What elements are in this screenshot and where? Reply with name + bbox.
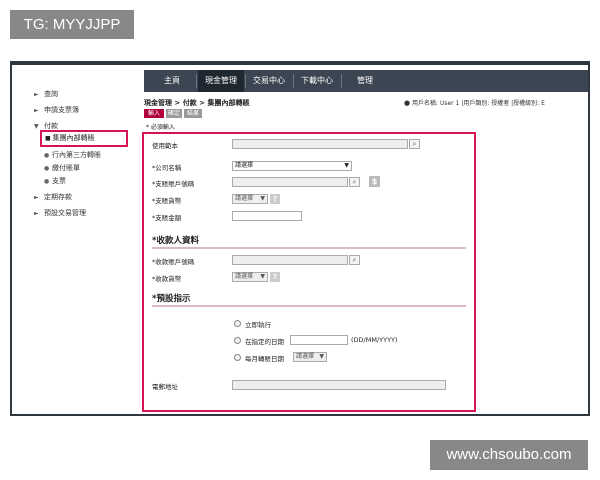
section-divider	[152, 247, 466, 249]
step-confirm: 確定	[166, 109, 182, 118]
sidebar-item-cheque-book[interactable]: ► 申請支票簿	[34, 105, 79, 115]
chevron-down-icon: ▼	[260, 195, 265, 202]
payee-currency-label: *收款貨幣	[152, 275, 182, 283]
tab-transaction-center[interactable]: 交易中心	[247, 70, 291, 92]
tab-admin[interactable]: 管理	[343, 70, 387, 92]
sidebar-sub-third-party-transfer[interactable]: ● 行內第三方轉賬	[44, 150, 101, 160]
monthly-date-select[interactable]: 請選擇 ▼	[293, 352, 327, 362]
company-label: *公司名稱	[152, 164, 182, 172]
user-info: ● 用戶名稱: User 1 |用戶類別: 授權者 |授權級別: E	[404, 99, 545, 107]
tab-home[interactable]: 主頁	[150, 70, 194, 92]
question-icon[interactable]: ?	[270, 194, 280, 204]
section-divider	[152, 305, 466, 307]
option-immediate-label: 立即執行	[245, 321, 271, 329]
step-input: 輸入	[144, 109, 164, 118]
step-result: 結果	[184, 109, 202, 118]
tab-divider	[341, 74, 342, 88]
debit-currency-select[interactable]: 請選擇 ▼	[232, 194, 268, 204]
chevron-right-icon: ►	[34, 210, 39, 217]
date-format-hint: (DD/MM/YYYY)	[351, 336, 398, 344]
payee-account-label: *收款賬戶號碼	[152, 258, 195, 266]
template-label: 使用範本	[152, 142, 178, 150]
payee-account-input[interactable]	[232, 255, 348, 265]
sidebar-item-inquiry[interactable]: ► 查詢	[34, 89, 58, 99]
bullet-icon: ■	[45, 135, 53, 142]
question-icon[interactable]: ?	[270, 272, 280, 282]
schedule-section-title: *預設指示	[152, 294, 191, 304]
company-select[interactable]: 請選擇 ▼	[232, 161, 352, 171]
chevron-right-icon: ►	[34, 107, 39, 114]
debit-amount-label: *支賬金額	[152, 214, 182, 222]
user-icon: ●	[404, 99, 411, 107]
chevron-down-icon: ▼	[34, 123, 39, 130]
chevron-down-icon: ▼	[319, 353, 324, 360]
radio-immediate[interactable]	[234, 320, 241, 327]
sidebar-sub-cheque[interactable]: ● 支票	[44, 176, 66, 186]
tab-divider	[293, 74, 294, 88]
tab-divider	[196, 74, 197, 88]
sidebar-sub-bill-payment[interactable]: ● 繳付賬單	[44, 163, 80, 173]
magnifier-icon[interactable]: ⌕	[349, 177, 360, 187]
watermark-top: TG: MYYJJPP	[10, 10, 134, 39]
chevron-down-icon: ▼	[344, 162, 349, 169]
watermark-bottom: www.chsoubo.com	[430, 440, 588, 470]
email-label: 電郵地址	[152, 383, 178, 391]
radio-specific-date[interactable]	[234, 337, 241, 344]
payee-section-title: *收款人資料	[152, 236, 199, 246]
breadcrumb: 現金管理 > 付款 > 集團內部轉賬	[144, 99, 250, 107]
option-specific-date-label: 在指定的日期	[245, 338, 284, 346]
debit-account-input[interactable]	[232, 177, 348, 187]
debit-currency-label: *支賬貨幣	[152, 197, 182, 205]
app-window: ► 查詢 ► 申請支票簿 ▼ 付款 ■ 集團內部轉賬 ● 行內第三方轉賬 ● 繳付賬單 ●…	[12, 65, 588, 414]
option-monthly-label: 每月轉賬日期	[245, 355, 284, 363]
transfer-form-panel: 使用範本 ⌕ *公司名稱 請選擇 ▼ *支賬賬戶號碼 ⌕ $ *支賬貨幣 請選擇 ▼…	[142, 132, 476, 412]
bullet-icon: ●	[44, 165, 50, 172]
chevron-right-icon: ►	[34, 91, 39, 98]
magnifier-icon[interactable]: ⌕	[409, 139, 420, 149]
sidebar-item-preset-transactions[interactable]: ► 預設交易管理	[34, 208, 86, 218]
email-input[interactable]	[232, 380, 446, 390]
debit-amount-input[interactable]	[232, 211, 302, 221]
bullet-icon: ●	[44, 152, 50, 159]
dollar-icon[interactable]: $	[369, 176, 380, 187]
top-nav-bar: 主頁 現金管理 交易中心 下載中心 管理	[144, 70, 588, 92]
tab-cash-management[interactable]: 現金管理	[198, 70, 244, 92]
template-input[interactable]	[232, 139, 408, 149]
radio-monthly[interactable]	[234, 354, 241, 361]
tab-divider	[245, 74, 246, 88]
bullet-icon: ●	[44, 178, 50, 185]
required-note: * 必須輸入	[146, 124, 175, 131]
sidebar: ► 查詢 ► 申請支票簿 ▼ 付款 ■ 集團內部轉賬 ● 行內第三方轉賬 ● 繳付賬單 ●…	[12, 65, 142, 414]
sidebar-item-time-deposit[interactable]: ► 定期存款	[34, 192, 72, 202]
sidebar-sub-intra-group-transfer[interactable]: ■ 集團內部轉賬	[40, 130, 128, 147]
payee-currency-select[interactable]: 請選擇 ▼	[232, 272, 268, 282]
date-input[interactable]	[290, 335, 348, 345]
tab-download-center[interactable]: 下載中心	[295, 70, 339, 92]
chevron-down-icon: ▼	[260, 273, 265, 280]
debit-account-label: *支賬賬戶號碼	[152, 180, 195, 188]
magnifier-icon[interactable]: ⌕	[349, 255, 360, 265]
chevron-right-icon: ►	[34, 194, 39, 201]
